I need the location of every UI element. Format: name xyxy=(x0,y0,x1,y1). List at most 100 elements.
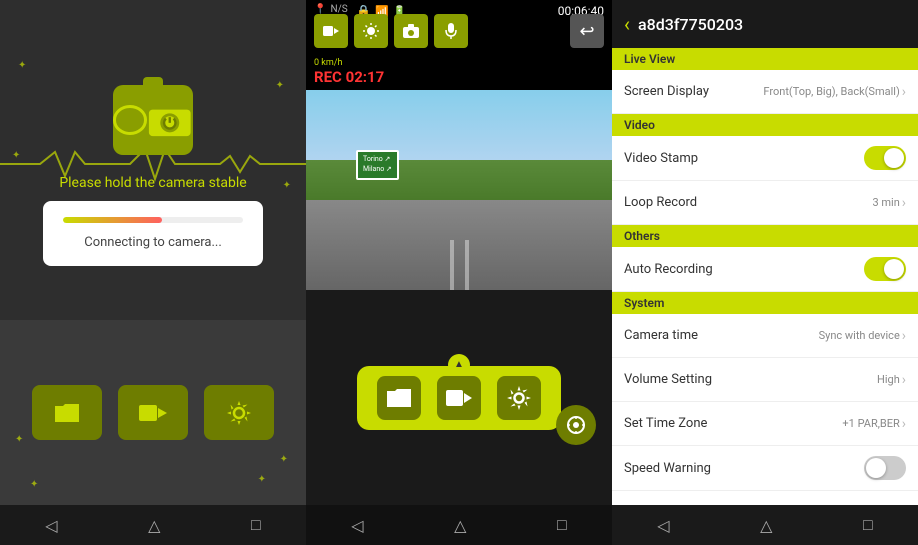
mic-btn[interactable] xyxy=(434,14,468,48)
settings-value-text: 3 min xyxy=(872,196,899,209)
return-btn[interactable]: ↩ xyxy=(570,14,604,48)
settings-value-text: Front(Top, Big), Back(Small) xyxy=(763,85,899,98)
home-nav-icon[interactable]: △ xyxy=(148,516,160,535)
location-btn[interactable] xyxy=(556,405,596,445)
settings-item[interactable]: Volume Setting High› xyxy=(612,358,918,402)
recent-nav-icon-2[interactable]: □ xyxy=(557,515,567,535)
settings-item-label: Volume Setting xyxy=(624,372,712,387)
gear-ctrl-btn[interactable] xyxy=(497,376,541,420)
speed-rec-area: 0 km/h REC 02:17 xyxy=(306,56,612,90)
brightness-btn[interactable] xyxy=(354,14,388,48)
chevron-icon: › xyxy=(902,195,906,211)
mic-svg xyxy=(444,22,458,40)
chevron-icon: › xyxy=(902,328,906,344)
sparkle-icon: ✦ xyxy=(12,150,20,161)
home-nav-icon-2[interactable]: △ xyxy=(454,516,466,535)
video-svg xyxy=(138,401,168,425)
speed-text: 0 km/h xyxy=(314,58,604,68)
settings-item: Auto Recording xyxy=(612,247,918,292)
recent-nav-icon[interactable]: □ xyxy=(251,515,261,535)
folder-svg xyxy=(53,402,81,424)
recent-nav-icon-3[interactable]: □ xyxy=(863,515,873,535)
toggle-off[interactable] xyxy=(864,456,906,480)
settings-item-right[interactable] xyxy=(864,146,906,170)
settings-item-label: Video Stamp xyxy=(624,151,698,166)
video-ctrl-btn[interactable] xyxy=(437,376,481,420)
road-right-line xyxy=(465,240,469,290)
settings-value-text: Sync with device xyxy=(819,329,900,342)
location-svg xyxy=(566,415,586,435)
section-header-1: Video xyxy=(612,114,918,136)
panel1-bottom: ✦ ✦ ✦ ✦ xyxy=(0,320,306,505)
settings-item-label: Loop Record xyxy=(624,195,697,210)
cam-switch-btn[interactable] xyxy=(314,14,348,48)
section-header-3: System xyxy=(612,292,918,314)
video-ctrl-svg xyxy=(445,387,473,409)
sparkle-icon: ✦ xyxy=(283,180,291,191)
settings-item-right[interactable]: 3 min› xyxy=(872,195,906,211)
settings-item[interactable]: GsensorOpen · Low sensitivity› xyxy=(612,491,918,505)
chevron-icon: › xyxy=(902,416,906,432)
connecting-dialog: Connecting to camera... xyxy=(43,201,263,266)
nav-bar-1: ◁ △ □ xyxy=(0,505,306,545)
back-nav-icon-2[interactable]: ◁ xyxy=(351,516,363,535)
gear-svg xyxy=(225,399,253,427)
road-center-line xyxy=(450,240,454,290)
settings-item[interactable]: Screen Display Front(Top, Big), Back(Smal… xyxy=(612,70,918,114)
highway-sign: Torino ↗Milano ↗ xyxy=(356,150,399,180)
panel2-header: 📍 N/S 🔒 📶 🔋 00:06:40 xyxy=(306,0,612,56)
panel-recording: 📍 N/S 🔒 📶 🔋 00:06:40 xyxy=(306,0,612,545)
toolbar-row xyxy=(306,10,476,52)
nav-bar-2: ◁ △ □ xyxy=(306,505,612,545)
collapse-btn[interactable]: ▲ xyxy=(448,354,470,376)
progress-bar-bg xyxy=(63,217,243,223)
back-nav-icon[interactable]: ◁ xyxy=(45,516,57,535)
nav-bar-3: ◁ △ □ xyxy=(612,505,918,545)
gear-ctrl-svg xyxy=(506,385,532,411)
settings-item[interactable]: Set Time Zone+1 PAR,BER› xyxy=(612,402,918,446)
toggle-on[interactable] xyxy=(864,257,906,281)
camera-icon xyxy=(113,85,193,155)
settings-item-right[interactable]: Sync with device› xyxy=(819,328,906,344)
home-nav-icon-3[interactable]: △ xyxy=(760,516,772,535)
photo-btn[interactable] xyxy=(394,14,428,48)
back-nav-icon-3[interactable]: ◁ xyxy=(657,516,669,535)
settings-item-right[interactable] xyxy=(864,257,906,281)
folder-ctrl-svg xyxy=(386,388,412,408)
settings-item-label: Auto Recording xyxy=(624,262,713,277)
settings-item[interactable]: Loop Record 3 min› xyxy=(612,181,918,225)
photo-svg xyxy=(402,23,420,39)
brightness-svg xyxy=(362,22,380,40)
folder-icon-btn[interactable] xyxy=(32,385,102,440)
toggle-on[interactable] xyxy=(864,146,906,170)
settings-value-text: High xyxy=(877,373,900,386)
folder-ctrl-btn[interactable] xyxy=(377,376,421,420)
panel-settings: ‹ a8d3f7750203 Live View Screen Display Fr… xyxy=(612,0,918,545)
cam-switch-svg xyxy=(322,24,340,38)
status-text: Please hold the camera stable xyxy=(59,175,246,191)
hills xyxy=(306,160,612,200)
control-bar-container: ▲ xyxy=(357,366,561,430)
section-header-0: Live View xyxy=(612,48,918,70)
settings-item[interactable]: Camera timeSync with device› xyxy=(612,314,918,358)
settings-item-right[interactable]: +1 PAR,BER› xyxy=(842,416,906,432)
video-icon-btn[interactable] xyxy=(118,385,188,440)
video-feed: Torino ↗Milano ↗ xyxy=(306,90,612,290)
sparkle-icon: ✦ xyxy=(280,454,288,465)
chevron-icon: › xyxy=(902,84,906,100)
settings-item: Video Stamp xyxy=(612,136,918,181)
panel1-top: Please hold the camera stable Connecting… xyxy=(0,0,306,320)
panel3-header: ‹ a8d3f7750203 xyxy=(612,0,918,48)
chevron-icon: › xyxy=(902,372,906,388)
sparkle-icon: ✦ xyxy=(30,479,38,490)
camera-svg xyxy=(147,101,193,139)
settings-item-right[interactable]: Front(Top, Big), Back(Small)› xyxy=(763,84,906,100)
progress-bar-fill xyxy=(63,217,162,223)
back-arrow-icon[interactable]: ‹ xyxy=(624,12,630,36)
sky xyxy=(306,90,612,160)
settings-item-right[interactable]: High› xyxy=(877,372,906,388)
settings-item-right[interactable] xyxy=(864,456,906,480)
gear-icon-btn[interactable] xyxy=(204,385,274,440)
device-id-text: a8d3f7750203 xyxy=(638,15,743,34)
settings-item-label: Screen Display xyxy=(624,84,709,99)
